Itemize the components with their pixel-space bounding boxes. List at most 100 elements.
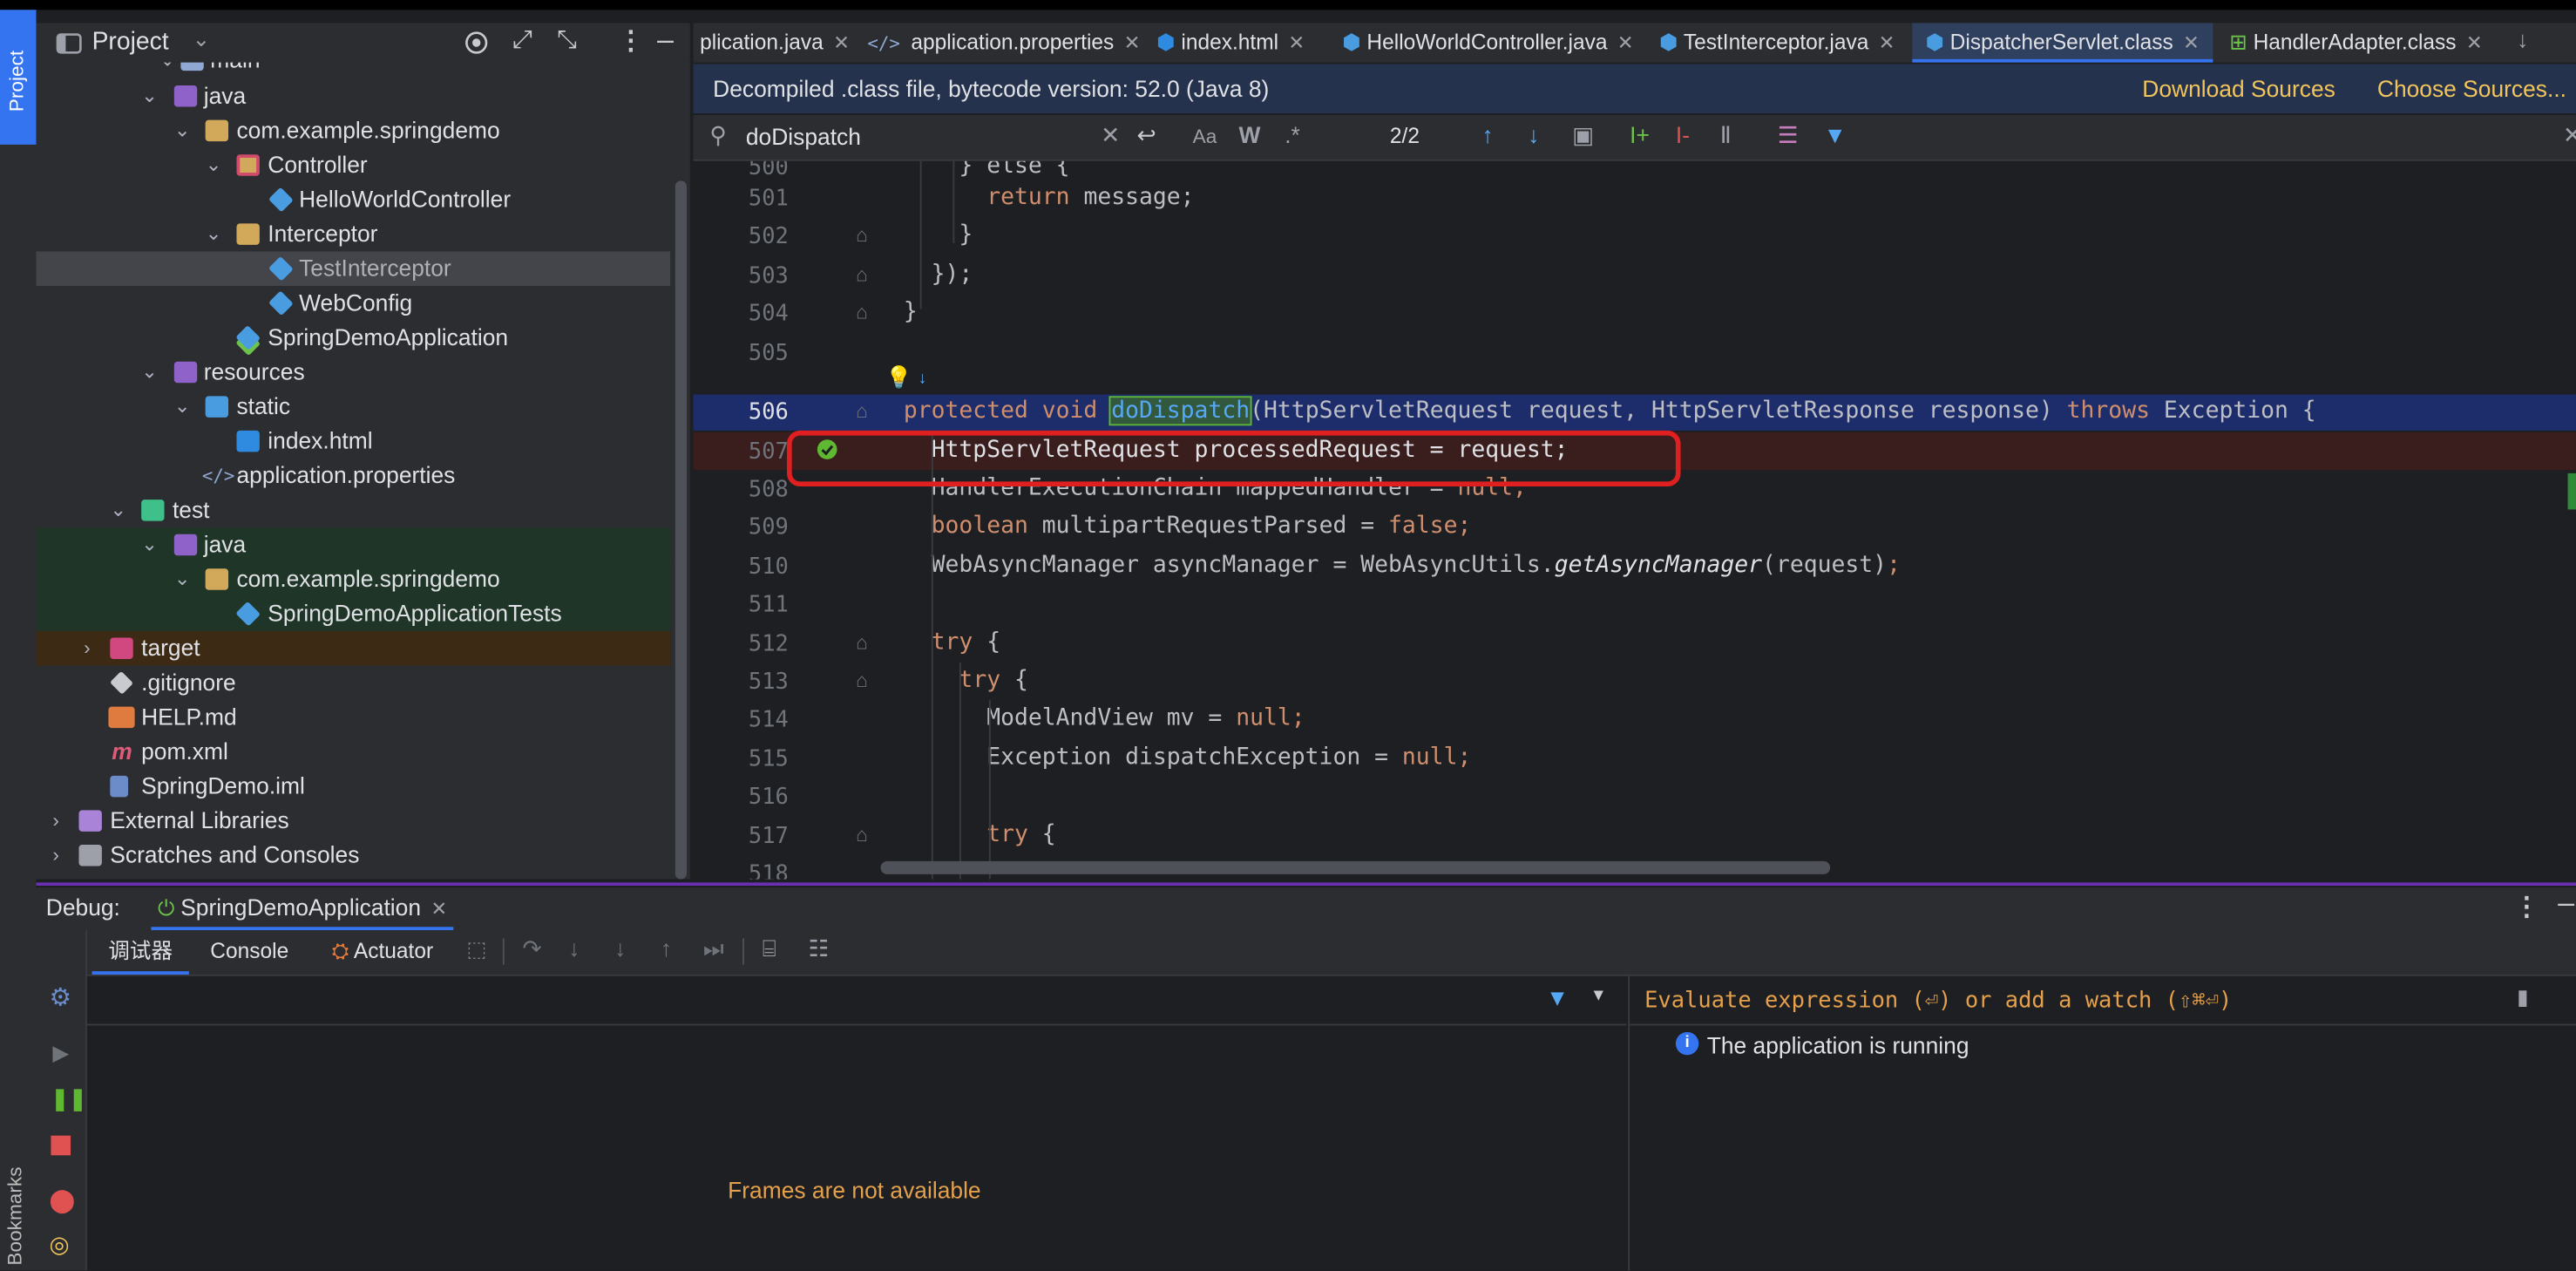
expand-all-icon[interactable]: ⤢ xyxy=(512,26,532,54)
chevron-right-icon[interactable]: › xyxy=(76,631,98,666)
bookmarks-tool-label[interactable]: Bookmarks xyxy=(3,1166,26,1265)
chevron-down-icon[interactable]: ⌄ xyxy=(193,26,211,52)
match-case-toggle[interactable]: Aa xyxy=(1193,125,1217,147)
tab-overflow-icon[interactable]: ↓ xyxy=(2517,26,2528,52)
stop-icon[interactable] xyxy=(51,1135,71,1156)
locate-icon[interactable] xyxy=(464,30,490,56)
close-find-icon[interactable]: ✕ xyxy=(2563,122,2576,150)
chevron-down-icon[interactable]: ▾ xyxy=(1594,982,1603,1005)
tab-dispatcherservlet-active[interactable]: ⬢ DispatcherServlet.class ✕ xyxy=(1912,23,2213,63)
evaluate-expression-field[interactable]: Evaluate expression (⏎) or add a watch (… xyxy=(1630,976,2576,1026)
project-scrollbar[interactable] xyxy=(675,180,688,880)
evaluate-icon[interactable]: ⌸ xyxy=(763,935,776,963)
pause-icon[interactable]: ❚❚ xyxy=(51,1086,86,1112)
previous-match-icon[interactable]: ↑ xyxy=(1481,122,1493,148)
project-panel-title[interactable]: Project xyxy=(92,28,169,56)
chevron-down-icon[interactable]: ⌄ xyxy=(171,390,193,425)
tree-row[interactable]: SpringDemoApplicationTests xyxy=(36,596,671,631)
tree-row[interactable]: › target xyxy=(36,630,671,666)
close-icon[interactable]: ✕ xyxy=(1617,31,1634,54)
chevron-down-icon[interactable]: ⌄ xyxy=(202,148,225,183)
resume-icon[interactable]: ▶ xyxy=(52,1040,69,1066)
download-sources-link[interactable]: Download Sources xyxy=(2142,76,2335,102)
collapse-all-icon[interactable]: ⤡ xyxy=(557,26,577,54)
step-over-icon[interactable]: ↷ xyxy=(522,935,541,963)
chevron-down-icon[interactable]: ⌄ xyxy=(202,217,225,252)
editor-horizontal-scrollbar[interactable] xyxy=(880,860,1831,874)
chevron-down-icon[interactable]: ⌄ xyxy=(138,78,160,113)
tree-row[interactable]: › Scratches and Consoles xyxy=(36,838,670,873)
chevron-down-icon[interactable]: ⌄ xyxy=(138,527,160,562)
close-icon[interactable]: ✕ xyxy=(2466,31,2483,54)
tree-row[interactable]: ⌄ Controller xyxy=(36,148,670,183)
tab-index-html[interactable]: ⬢ index.html ✕ xyxy=(1156,23,1305,62)
tree-row[interactable]: ⌄ java xyxy=(36,78,670,113)
tree-row[interactable]: ⌄ com.example.springdemo xyxy=(36,113,670,148)
fold-marker-icon[interactable]: ⌂ xyxy=(856,223,868,246)
tree-row[interactable]: ⌄ com.example.springdemo xyxy=(36,561,671,597)
close-icon[interactable]: ✕ xyxy=(833,31,850,54)
tab-handleradapter[interactable]: ⊞ HandlerAdapter.class ✕ xyxy=(2229,23,2483,62)
bookmark-icon[interactable]: ▮ xyxy=(2517,984,2528,1010)
chevron-right-icon[interactable]: › xyxy=(44,838,67,873)
tab-debugger[interactable]: 调试器 xyxy=(92,930,189,975)
tab-actuator[interactable]: ⛭ Actuator xyxy=(325,930,439,971)
project-tool-button[interactable]: Project xyxy=(0,10,37,145)
chevron-down-icon[interactable]: ⌄ xyxy=(171,113,193,148)
select-all-occurrences-icon[interactable]: Ⅱ xyxy=(1720,122,1732,150)
chevron-down-icon[interactable]: ⌄ xyxy=(138,355,160,390)
gear-icon[interactable]: ⚙ xyxy=(50,982,71,1012)
fold-marker-icon[interactable]: ⌂ xyxy=(856,631,868,654)
step-into-icon[interactable]: ↓ xyxy=(568,935,580,962)
tree-row[interactable]: SpringDemo.iml xyxy=(36,769,670,804)
view-breakpoints-icon[interactable]: ⬤ xyxy=(50,1186,76,1214)
tree-row[interactable]: SpringDemoApplication xyxy=(36,321,670,356)
filter-icon[interactable]: ▼ xyxy=(1824,122,1847,148)
chevron-down-icon[interactable]: ⌄ xyxy=(171,562,193,597)
close-icon[interactable]: ✕ xyxy=(1288,31,1305,54)
mute-breakpoints-icon[interactable]: ◎ xyxy=(50,1231,70,1259)
tree-row[interactable]: WebConfig xyxy=(36,286,670,321)
tree-row-selected[interactable]: TestInterceptor xyxy=(36,251,671,287)
hide-panel-icon[interactable]: – xyxy=(2558,886,2574,921)
close-icon[interactable]: ✕ xyxy=(1124,31,1141,54)
force-step-into-icon[interactable]: ↓ xyxy=(614,935,626,962)
close-icon[interactable]: ✕ xyxy=(2183,31,2200,54)
hide-panel-icon[interactable]: – xyxy=(657,23,674,58)
options-menu-icon[interactable]: ⋮ xyxy=(618,24,644,58)
fold-marker-icon[interactable]: ⌂ xyxy=(856,399,868,422)
fold-marker-icon[interactable]: ⌂ xyxy=(856,301,868,323)
options-menu-icon[interactable]: ⋮ xyxy=(2513,891,2539,924)
next-match-icon[interactable]: ↓ xyxy=(1528,122,1539,148)
tab-application-properties[interactable]: </> application.properties ✕ xyxy=(867,23,1140,62)
whole-words-toggle[interactable]: W xyxy=(1238,122,1260,148)
settings-list-icon[interactable]: ☷ xyxy=(809,935,830,963)
lightbulb-icon[interactable]: 💡 xyxy=(885,365,912,391)
chevron-down-icon[interactable]: ⌄ xyxy=(107,493,130,528)
tab-helloworldcontroller[interactable]: ⬢ HelloWorldController.java ✕ xyxy=(1342,23,1634,62)
filter-icon[interactable]: ▼ xyxy=(1546,984,1569,1010)
tree-row[interactable]: ⌄ Interceptor xyxy=(36,217,670,252)
step-out-icon[interactable]: ↑ xyxy=(661,935,672,962)
code-editor[interactable]: 500 501 502 503 504 505 506 507 508 509 … xyxy=(693,160,2576,880)
remove-occurrence-icon[interactable]: I- xyxy=(1676,122,1690,148)
new-line-icon[interactable]: ↩ xyxy=(1137,122,1156,150)
chevron-right-icon[interactable]: › xyxy=(44,804,67,839)
select-all-icon[interactable]: ▣ xyxy=(1572,122,1594,150)
tree-row-main[interactable]: ⌄ main xyxy=(36,62,670,78)
tree-row[interactable]: ⌄ java xyxy=(36,527,671,562)
tree-row[interactable]: </> application.properties xyxy=(36,459,670,493)
tab-testinterceptor[interactable]: ⬢ TestInterceptor.java ✕ xyxy=(1659,23,1895,62)
regex-toggle[interactable]: .* xyxy=(1285,122,1300,148)
choose-sources-link[interactable]: Choose Sources... xyxy=(2377,76,2566,102)
tree-row[interactable]: index.html xyxy=(36,424,670,459)
tree-row[interactable]: ⌄ resources xyxy=(36,355,670,390)
tree-row[interactable]: m pom.xml xyxy=(36,735,670,770)
close-icon[interactable]: ✕ xyxy=(1879,31,1895,54)
tree-row[interactable]: HelloWorldController xyxy=(36,182,670,217)
run-to-cursor-icon[interactable]: ⏭ xyxy=(703,935,724,963)
fold-marker-icon[interactable]: ⌂ xyxy=(856,823,868,846)
tree-row[interactable]: › External Libraries xyxy=(36,804,670,839)
clear-search-icon[interactable]: ✕ xyxy=(1101,122,1120,150)
tree-row[interactable]: ⌄ static xyxy=(36,390,670,425)
